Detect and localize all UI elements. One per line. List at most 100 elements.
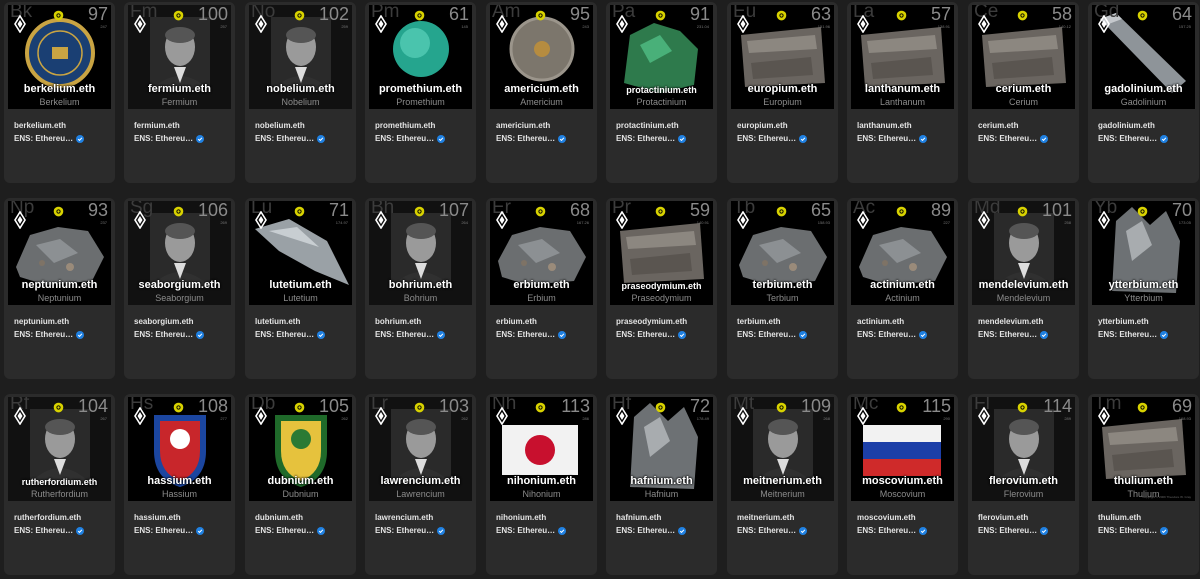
collection-name[interactable]: ENS: Ethereu… <box>1098 134 1169 143</box>
card-title[interactable]: bohrium.eth <box>375 317 421 326</box>
card-title[interactable]: cerium.eth <box>978 121 1018 130</box>
collection-name[interactable]: ENS: Ethereu… <box>1098 526 1169 535</box>
card-title[interactable]: terbium.eth <box>737 317 781 326</box>
card-title[interactable]: flerovium.eth <box>978 513 1028 522</box>
nft-artwork[interactable]: Lu 71 174.97 lutetium.eth Lutetium <box>249 201 352 305</box>
card-title[interactable]: lawrencium.eth <box>375 513 433 522</box>
nft-artwork[interactable]: Fm 100 257 fermium.eth Fermium <box>128 5 231 109</box>
nft-card[interactable]: Lu 71 174.97 lutetium.eth Lutetium lutetium.e… <box>245 198 356 379</box>
collection-name[interactable]: ENS: Ethereu… <box>14 330 85 339</box>
collection-name[interactable]: ENS: Ethereu… <box>134 526 205 535</box>
nft-artwork[interactable]: Yb 70 173.05 ytterbium.eth Ytterbium <box>1092 201 1195 305</box>
nft-artwork[interactable]: Sg 106 269 seaborgium.eth Seaborgium <box>128 201 231 305</box>
card-title[interactable]: lanthanum.eth <box>857 121 912 130</box>
nft-artwork[interactable]: Eu 63 151.96 europium.eth Europium <box>731 5 834 109</box>
card-title[interactable]: europium.eth <box>737 121 788 130</box>
nft-card[interactable]: Ac 89 227 actinium.eth Actinium actinium.eth E… <box>847 198 958 379</box>
nft-card[interactable]: Lr 103 262 lawrencium.eth Lawrencium lawrenci… <box>365 394 476 575</box>
card-title[interactable]: nobelium.eth <box>255 121 305 130</box>
nft-card[interactable]: Md 101 258 mendelevium.eth Mendelevium mendel… <box>968 198 1079 379</box>
collection-name[interactable]: ENS: Ethereu… <box>375 526 446 535</box>
collection-name[interactable]: ENS: Ethereu… <box>255 330 326 339</box>
nft-card[interactable]: Eu 63 151.96 europium.eth Europium europium.e… <box>727 2 838 183</box>
card-title[interactable]: rutherfordium.eth <box>14 513 81 522</box>
nft-artwork[interactable]: No 102 259 nobelium.eth Nobelium <box>249 5 352 109</box>
nft-card[interactable]: Pr 59 140.91 praseodymium.eth Praseodymium pr… <box>606 198 717 379</box>
nft-artwork[interactable]: Fl 114 289 flerovium.eth Flerovium <box>972 397 1075 501</box>
collection-name[interactable]: ENS: Ethereu… <box>616 330 687 339</box>
nft-artwork[interactable]: Mt 109 268 meitnerium.eth Meitnerium <box>731 397 834 501</box>
card-title[interactable]: seaborgium.eth <box>134 317 194 326</box>
nft-artwork[interactable]: Er 68 167.26 erbium.eth Erbium <box>490 201 593 305</box>
nft-card[interactable]: Am 95 243 americium.eth Americium americium.e… <box>486 2 597 183</box>
nft-card[interactable]: No 102 259 nobelium.eth Nobelium nobelium.eth… <box>245 2 356 183</box>
nft-card[interactable]: Bk 97 247 berkelium.eth Berkelium berkelium.e… <box>4 2 115 183</box>
card-title[interactable]: gadolinium.eth <box>1098 121 1155 130</box>
nft-card[interactable]: Yb 70 173.05 ytterbium.eth Ytterbium ytterbiu… <box>1088 198 1199 379</box>
nft-artwork[interactable]: Pm 61 145 promethium.eth Promethium <box>369 5 472 109</box>
collection-name[interactable]: ENS: Ethereu… <box>375 330 446 339</box>
collection-name[interactable]: ENS: Ethereu… <box>134 330 205 339</box>
nft-card[interactable]: Pa 91 231.04 protactinium.eth Protactinium pr… <box>606 2 717 183</box>
card-title[interactable]: fermium.eth <box>134 121 180 130</box>
card-title[interactable]: ytterbium.eth <box>1098 317 1149 326</box>
nft-card[interactable]: Sg 106 269 seaborgium.eth Seaborgium seaborgi… <box>124 198 235 379</box>
nft-artwork[interactable]: Lr 103 262 lawrencium.eth Lawrencium <box>369 397 472 501</box>
nft-card[interactable]: Er 68 167.26 erbium.eth Erbium erbium.eth ENS:… <box>486 198 597 379</box>
collection-name[interactable]: ENS: Ethereu… <box>737 526 808 535</box>
card-title[interactable]: actinium.eth <box>857 317 904 326</box>
nft-card[interactable]: Db 105 262 dubnium.eth Dubnium dubnium.eth ENS… <box>245 394 356 575</box>
nft-card[interactable]: Fl 114 289 flerovium.eth Flerovium flerovium.… <box>968 394 1079 575</box>
nft-artwork[interactable]: Db 105 262 dubnium.eth Dubnium <box>249 397 352 501</box>
card-title[interactable]: hafnium.eth <box>616 513 661 522</box>
card-title[interactable]: moscovium.eth <box>857 513 916 522</box>
collection-name[interactable]: ENS: Ethereu… <box>857 330 928 339</box>
nft-artwork[interactable]: Np 93 237 neptunium.eth Neptunium <box>8 201 111 305</box>
nft-artwork[interactable]: Pa 91 231.04 protactinium.eth Protactinium <box>610 5 713 109</box>
nft-card[interactable]: Rf 104 267 rutherfordium.eth Rutherfordium ru… <box>4 394 115 575</box>
card-title[interactable]: americium.eth <box>496 121 550 130</box>
nft-artwork[interactable]: Gd 64 157.25 gadolinium.eth Gadolinium <box>1092 5 1195 109</box>
nft-artwork[interactable]: Tb 65 158.93 terbium.eth Terbium <box>731 201 834 305</box>
card-title[interactable]: meitnerium.eth <box>737 513 794 522</box>
collection-name[interactable]: ENS: Ethereu… <box>978 526 1049 535</box>
collection-name[interactable]: ENS: Ethereu… <box>375 134 446 143</box>
collection-name[interactable]: ENS: Ethereu… <box>978 134 1049 143</box>
card-title[interactable]: lutetium.eth <box>255 317 300 326</box>
collection-name[interactable]: ENS: Ethereu… <box>255 134 326 143</box>
collection-name[interactable]: ENS: Ethereu… <box>14 526 85 535</box>
nft-card[interactable]: Np 93 237 neptunium.eth Neptunium neptunium.e… <box>4 198 115 379</box>
card-title[interactable]: berkelium.eth <box>14 121 66 130</box>
nft-artwork[interactable]: Nh 113 286 nihonium.eth Nihonium <box>490 397 593 501</box>
nft-card[interactable]: Hf 72 178.49 hafnium.eth Hafnium hafnium.eth E… <box>606 394 717 575</box>
nft-artwork[interactable]: Bk 97 247 berkelium.eth Berkelium <box>8 5 111 109</box>
collection-name[interactable]: ENS: Ethereu… <box>737 134 808 143</box>
nft-card[interactable]: Pm 61 145 promethium.eth Promethium promethiu… <box>365 2 476 183</box>
nft-artwork[interactable]: Ce 58 140.12 cerium.eth Cerium <box>972 5 1075 109</box>
nft-card[interactable]: Gd 64 157.25 gadolinium.eth Gadolinium gadoli… <box>1088 2 1199 183</box>
collection-name[interactable]: ENS: Ethereu… <box>496 330 567 339</box>
card-title[interactable]: mendelevium.eth <box>978 317 1043 326</box>
nft-artwork[interactable]: Am 95 243 americium.eth Americium <box>490 5 593 109</box>
nft-card[interactable]: Fm 100 257 fermium.eth Fermium fermium.eth ENS… <box>124 2 235 183</box>
nft-card[interactable]: Ce 58 140.12 cerium.eth Cerium cerium.eth ENS:… <box>968 2 1079 183</box>
nft-card[interactable]: Nh 113 286 nihonium.eth Nihonium nihonium.eth… <box>486 394 597 575</box>
nft-artwork[interactable]: Tm 69 168.93 thulium.eth Thulium Copyright © … <box>1092 397 1195 501</box>
nft-artwork[interactable]: Hf 72 178.49 hafnium.eth Hafnium <box>610 397 713 501</box>
nft-artwork[interactable]: La 57 138.91 lanthanum.eth Lanthanum <box>851 5 954 109</box>
collection-name[interactable]: ENS: Ethereu… <box>14 134 85 143</box>
nft-card[interactable]: Tb 65 158.93 terbium.eth Terbium terbium.eth E… <box>727 198 838 379</box>
collection-name[interactable]: ENS: Ethereu… <box>616 526 687 535</box>
collection-name[interactable]: ENS: Ethereu… <box>857 526 928 535</box>
card-title[interactable]: hassium.eth <box>134 513 181 522</box>
card-title[interactable]: protactinium.eth <box>616 121 679 130</box>
collection-name[interactable]: ENS: Ethereu… <box>737 330 808 339</box>
nft-artwork[interactable]: Bh 107 264 bohrium.eth Bohrium <box>369 201 472 305</box>
nft-card[interactable]: Mc 115 290 moscovium.eth Moscovium moscovium.… <box>847 394 958 575</box>
nft-artwork[interactable]: Ac 89 227 actinium.eth Actinium <box>851 201 954 305</box>
card-title[interactable]: thulium.eth <box>1098 513 1141 522</box>
card-title[interactable]: dubnium.eth <box>255 513 303 522</box>
collection-name[interactable]: ENS: Ethereu… <box>978 330 1049 339</box>
card-title[interactable]: nihonium.eth <box>496 513 546 522</box>
nft-artwork[interactable]: Md 101 258 mendelevium.eth Mendelevium <box>972 201 1075 305</box>
